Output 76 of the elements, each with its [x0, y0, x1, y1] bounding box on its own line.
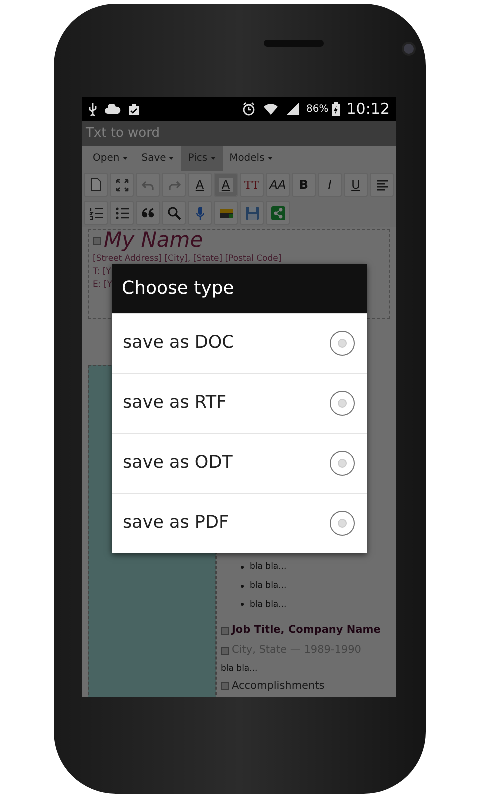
bullet-text: bla bla...: [250, 580, 287, 592]
numbered-list-icon: [88, 206, 104, 220]
job-title: Job Title, Company Name: [232, 623, 381, 638]
toolbar-button[interactable]: [136, 201, 160, 225]
job-text: bla bla...: [221, 662, 259, 676]
toolbar-button[interactable]: [84, 173, 108, 197]
contact-line: T: [Y: [93, 267, 112, 278]
caret-icon: [169, 157, 174, 160]
expand-icon: [114, 178, 130, 192]
clock-time: 10:12: [346, 98, 390, 120]
clipboard-icon: [128, 102, 140, 116]
option-row[interactable]: save as ODT: [112, 433, 367, 493]
menu-button[interactable]: Models: [222, 146, 280, 171]
toolbar-button[interactable]: I: [318, 173, 342, 197]
camera-icon: [402, 42, 416, 56]
radio-button[interactable]: [330, 511, 355, 536]
name-heading: My Name: [104, 230, 204, 251]
cloud-icon: [105, 104, 121, 114]
file-icon: [88, 178, 104, 192]
toolbar-button[interactable]: [110, 201, 134, 225]
toolbar-button[interactable]: A: [214, 173, 238, 197]
dialog-title: Choose type: [112, 264, 367, 313]
usb-icon: [88, 102, 98, 116]
search-icon: [166, 206, 182, 220]
align-icon: [374, 178, 390, 192]
radio-button[interactable]: [330, 331, 355, 356]
option-row[interactable]: save as PDF: [112, 493, 367, 553]
bullet-icon: [241, 603, 244, 606]
toolbar-button[interactable]: [188, 201, 212, 225]
toolbar-button[interactable]: TT: [240, 173, 264, 197]
toolbar-button[interactable]: AA: [266, 173, 290, 197]
section-heading: Accomplishments: [232, 680, 325, 692]
toolbar-button[interactable]: [266, 201, 290, 225]
option-row[interactable]: save as DOC: [112, 313, 367, 373]
bullet-list-icon: [114, 206, 130, 220]
toolbar-button[interactable]: U: [344, 173, 368, 197]
signal-icon: [286, 102, 300, 116]
radio-button[interactable]: [330, 391, 355, 416]
toolbar-button[interactable]: [162, 201, 186, 225]
caret-icon: [122, 157, 128, 160]
battery-icon: [332, 102, 340, 116]
quote-icon: [140, 206, 156, 220]
option-label: save as RTF: [123, 392, 227, 416]
option-label: save as ODT: [123, 452, 233, 476]
toolbar-button[interactable]: [110, 173, 134, 197]
bullet-icon: [241, 584, 244, 588]
bullet-text: bla bla...: [250, 598, 287, 612]
option-label: save as DOC: [123, 332, 234, 356]
option-row[interactable]: save as RTF: [112, 373, 367, 433]
menu-button[interactable]: Open: [86, 146, 135, 171]
toolbar-button[interactable]: A: [188, 173, 212, 197]
toolbar-button[interactable]: [240, 201, 264, 225]
toolbar-button[interactable]: [84, 201, 108, 225]
share-icon: [270, 206, 286, 220]
battery-percent: 86%: [306, 102, 329, 116]
bullet-text: bla bla...: [250, 561, 287, 574]
option-label: save as PDF: [123, 512, 230, 536]
toolbar-button[interactable]: [214, 201, 238, 225]
alarm-icon: [242, 102, 256, 116]
toolbar-button[interactable]: B: [292, 173, 316, 197]
caret-icon: [268, 157, 273, 160]
contact-line: E: [Y: [93, 280, 112, 291]
radio-button[interactable]: [330, 451, 355, 476]
section-handle-icon: [221, 627, 229, 636]
section-handle-icon: [93, 236, 101, 244]
menu-button[interactable]: Save: [134, 146, 182, 171]
section-handle-icon: [221, 646, 229, 655]
section-handle-icon: [221, 682, 229, 690]
speaker-icon: [264, 40, 324, 47]
bullet-icon: [241, 566, 244, 569]
menu-button[interactable]: Pics: [181, 146, 223, 171]
contact-line: [Street Address] [City], [State] [Postal Code]: [93, 254, 282, 264]
app-title: Txt to word: [86, 124, 160, 143]
caret-icon: [210, 157, 216, 160]
wifi-icon: [262, 102, 279, 116]
toolbar-button[interactable]: [370, 173, 394, 197]
